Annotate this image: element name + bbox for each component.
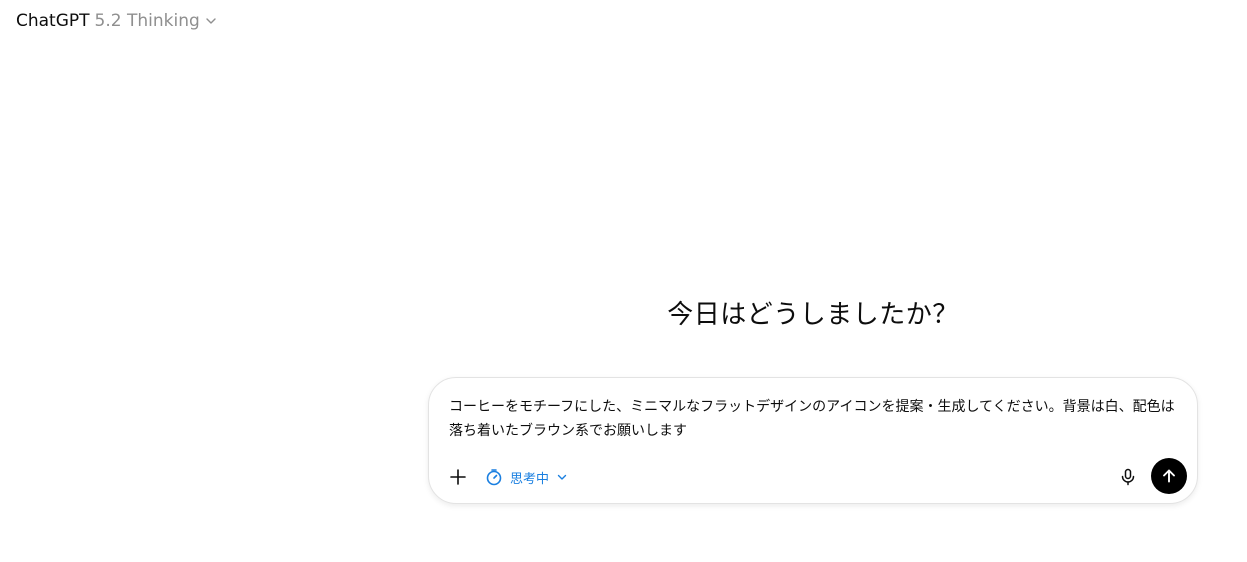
microphone-icon [1121, 468, 1135, 486]
timer-icon [486, 469, 502, 486]
chevron-down-icon [205, 15, 217, 27]
plus-icon [450, 469, 466, 485]
model-selector-button[interactable]: ChatGPT 5.2 Thinking [8, 6, 225, 36]
chevron-down-icon [557, 474, 567, 480]
composer: コーヒーをモチーフにした、ミニマルなフラットデザインのアイコンを提案・生成してく… [428, 377, 1198, 504]
voice-input-button[interactable] [1111, 460, 1145, 494]
arrow-up-icon [1163, 469, 1175, 483]
greeting-heading: 今日はどうしましたか？ [667, 300, 959, 330]
model-version: 5.2 Thinking [94, 11, 200, 31]
model-name: ChatGPT [16, 11, 90, 31]
prompt-input[interactable]: コーヒーをモチーフにした、ミニマルなフラットデザインのアイコンを提案・生成してく… [449, 395, 1179, 443]
send-button[interactable] [1151, 458, 1187, 494]
thinking-mode-button[interactable]: 思考中 [479, 461, 574, 493]
chat-page: ChatGPT 5.2 Thinking 今日はどうしましたか？ コーヒーをモチ… [0, 0, 1247, 562]
add-attachment-button[interactable] [441, 460, 475, 494]
thinking-label: 思考中 [510, 471, 550, 487]
